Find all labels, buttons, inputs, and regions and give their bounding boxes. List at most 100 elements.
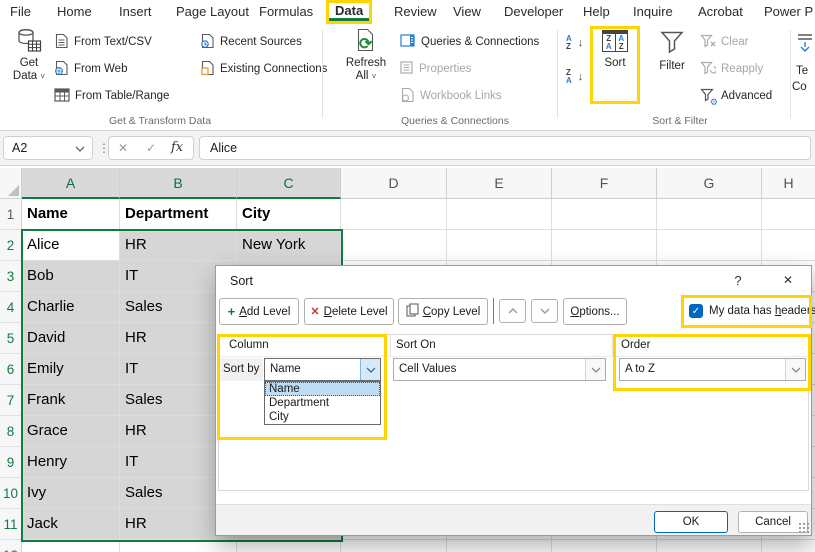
row-header-7[interactable]: 7 bbox=[0, 385, 22, 416]
from-table-range-button[interactable]: From Table/Range bbox=[54, 85, 169, 107]
cell-F12[interactable] bbox=[552, 540, 657, 552]
cell-A6[interactable]: Emily bbox=[22, 354, 120, 385]
sort-az-button[interactable]: AZ↓ bbox=[566, 32, 583, 54]
get-data-button[interactable]: Get Data ˅ bbox=[6, 28, 52, 83]
select-all-corner[interactable] bbox=[0, 168, 22, 199]
row-header-2[interactable]: 2 bbox=[0, 230, 22, 261]
cell-G1[interactable] bbox=[657, 199, 762, 230]
workbook-links-button[interactable]: Workbook Links bbox=[400, 85, 502, 107]
cell-D2[interactable] bbox=[341, 230, 447, 261]
ribbon-tab-power-p[interactable]: Power P bbox=[764, 0, 813, 24]
order-dropdown[interactable]: A to Z bbox=[619, 358, 806, 381]
column-header-b[interactable]: B bbox=[120, 168, 237, 199]
advanced-filter-button[interactable]: ⚙ Advanced bbox=[700, 85, 772, 107]
cancel-entry-icon[interactable]: ✕ bbox=[118, 137, 128, 159]
row-header-9[interactable]: 9 bbox=[0, 447, 22, 478]
ribbon-tab-data[interactable]: Data bbox=[326, 0, 372, 24]
cell-D12[interactable] bbox=[341, 540, 447, 552]
name-box[interactable]: A2 bbox=[3, 136, 93, 160]
ribbon-tab-formulas[interactable]: Formulas bbox=[259, 0, 313, 24]
column-header-e[interactable]: E bbox=[447, 168, 552, 199]
cell-A11[interactable]: Jack bbox=[22, 509, 120, 540]
cell-B12[interactable] bbox=[120, 540, 237, 552]
cell-H1[interactable] bbox=[762, 199, 815, 230]
ribbon-tab-acrobat[interactable]: Acrobat bbox=[698, 0, 743, 24]
column-header-g[interactable]: G bbox=[657, 168, 762, 199]
ribbon-tab-home[interactable]: Home bbox=[57, 0, 92, 24]
sort-on-dropdown[interactable]: Cell Values bbox=[393, 358, 606, 381]
ok-button[interactable]: OK bbox=[654, 511, 728, 533]
column-header-d[interactable]: D bbox=[341, 168, 447, 199]
ribbon-tab-inquire[interactable]: Inquire bbox=[633, 0, 673, 24]
properties-button[interactable]: Properties bbox=[400, 58, 471, 80]
cell-A1[interactable]: Name bbox=[22, 199, 120, 230]
cell-C1[interactable]: City bbox=[237, 199, 341, 230]
row-header-8[interactable]: 8 bbox=[0, 416, 22, 447]
formula-input[interactable]: Alice bbox=[199, 136, 811, 160]
cell-F1[interactable] bbox=[552, 199, 657, 230]
sort-za-button[interactable]: ZA↓ bbox=[566, 66, 583, 88]
column-header-c[interactable]: C bbox=[237, 168, 341, 199]
cell-A2[interactable]: Alice bbox=[22, 230, 120, 261]
cell-A10[interactable]: Ivy bbox=[22, 478, 120, 509]
cell-A4[interactable]: Charlie bbox=[22, 292, 120, 323]
cell-G12[interactable] bbox=[657, 540, 762, 552]
column-header-h[interactable]: H bbox=[762, 168, 815, 199]
cell-E2[interactable] bbox=[447, 230, 552, 261]
column-header-a[interactable]: A bbox=[22, 168, 120, 199]
cell-A3[interactable]: Bob bbox=[22, 261, 120, 292]
cell-E12[interactable] bbox=[447, 540, 552, 552]
cell-F2[interactable] bbox=[552, 230, 657, 261]
row-header-12[interactable]: 12 bbox=[0, 540, 22, 552]
row-header-3[interactable]: 3 bbox=[0, 261, 22, 292]
existing-connections-button[interactable]: Existing Connections bbox=[200, 58, 327, 80]
recent-sources-button[interactable]: Recent Sources bbox=[200, 31, 302, 53]
close-button[interactable]: ✕ bbox=[776, 273, 800, 287]
row-header-10[interactable]: 10 bbox=[0, 478, 22, 509]
cell-A5[interactable]: David bbox=[22, 323, 120, 354]
from-text-csv-button[interactable]: From Text/CSV bbox=[54, 31, 152, 53]
column-header-f[interactable]: F bbox=[552, 168, 657, 199]
cell-C12[interactable] bbox=[237, 540, 341, 552]
row-header-6[interactable]: 6 bbox=[0, 354, 22, 385]
chevron-down-icon[interactable] bbox=[785, 359, 805, 380]
ribbon-tab-view[interactable]: View bbox=[453, 0, 481, 24]
ribbon-tab-review[interactable]: Review bbox=[394, 0, 437, 24]
ribbon-tab-help[interactable]: Help bbox=[583, 0, 610, 24]
add-level-button[interactable]: + Add Level bbox=[219, 298, 299, 325]
dropdown-option-name[interactable]: Name bbox=[265, 382, 380, 396]
resize-grip[interactable] bbox=[798, 522, 809, 533]
cell-H2[interactable] bbox=[762, 230, 815, 261]
cell-A9[interactable]: Henry bbox=[22, 447, 120, 478]
row-header-5[interactable]: 5 bbox=[0, 323, 22, 354]
copy-level-button[interactable]: Copy Level bbox=[398, 298, 488, 325]
filter-button[interactable]: Filter bbox=[650, 30, 694, 73]
cell-B1[interactable]: Department bbox=[120, 199, 237, 230]
enter-entry-icon[interactable]: ✓ bbox=[146, 137, 156, 159]
insert-function-icon[interactable]: fx bbox=[171, 137, 183, 159]
ribbon-tab-insert[interactable]: Insert bbox=[119, 0, 152, 24]
ribbon-tab-page-layout[interactable]: Page Layout bbox=[176, 0, 249, 24]
reapply-filter-button[interactable]: Reapply bbox=[700, 58, 763, 80]
cell-B2[interactable]: HR bbox=[120, 230, 237, 261]
refresh-all-button[interactable]: ⟳ Refresh All ˅ bbox=[338, 28, 394, 83]
chevron-down-icon[interactable] bbox=[360, 359, 380, 380]
cell-A7[interactable]: Frank bbox=[22, 385, 120, 416]
cell-D1[interactable] bbox=[341, 199, 447, 230]
options-button[interactable]: Options... bbox=[563, 298, 627, 325]
cell-C2[interactable]: New York bbox=[237, 230, 341, 261]
cell-H12[interactable] bbox=[762, 540, 815, 552]
sort-button[interactable]: ZA AZ Sort bbox=[598, 30, 632, 70]
clear-filter-button[interactable]: Clear bbox=[700, 31, 748, 53]
row-header-4[interactable]: 4 bbox=[0, 292, 22, 323]
dropdown-option-city[interactable]: City bbox=[265, 410, 380, 424]
chevron-down-icon[interactable] bbox=[75, 137, 85, 168]
cell-A12[interactable] bbox=[22, 540, 120, 552]
queries-connections-button[interactable]: Queries & Connections bbox=[400, 31, 539, 53]
help-button[interactable]: ? bbox=[728, 273, 748, 288]
cell-A8[interactable]: Grace bbox=[22, 416, 120, 447]
sort-by-column-dropdown[interactable]: Name bbox=[264, 358, 381, 381]
row-header-11[interactable]: 11 bbox=[0, 509, 22, 540]
cell-G2[interactable] bbox=[657, 230, 762, 261]
move-up-button[interactable] bbox=[499, 299, 526, 323]
